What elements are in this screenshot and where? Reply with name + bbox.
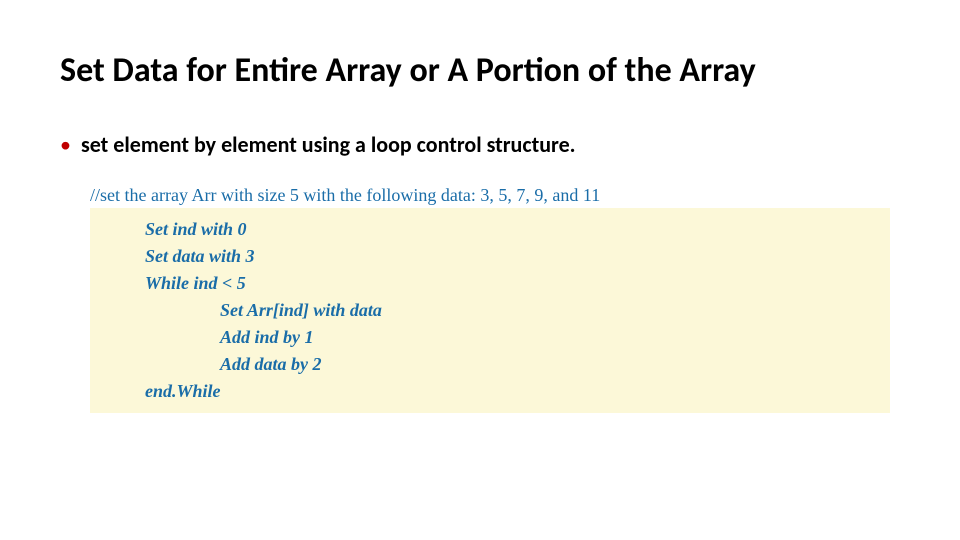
bullet-marker: • [60,131,71,158]
code-comment: //set the array Arr with size 5 with the… [90,183,890,208]
bullet-item: • set element by element using a loop co… [60,131,900,158]
code-line: While ind < 5 [145,270,890,297]
code-line: end.While [145,378,890,405]
code-block: //set the array Arr with size 5 with the… [90,183,890,413]
slide-title: Set Data for Entire Array or A Portion o… [60,50,900,91]
bullet-text: set element by element using a loop cont… [81,131,576,158]
code-line: Add ind by 1 [145,324,890,351]
code-line: Set ind with 0 [145,216,890,243]
code-line: Set Arr[ind] with data [145,297,890,324]
pseudocode-body: Set ind with 0 Set data with 3 While ind… [90,208,890,413]
code-line: Set data with 3 [145,243,890,270]
code-line: Add data by 2 [145,351,890,378]
